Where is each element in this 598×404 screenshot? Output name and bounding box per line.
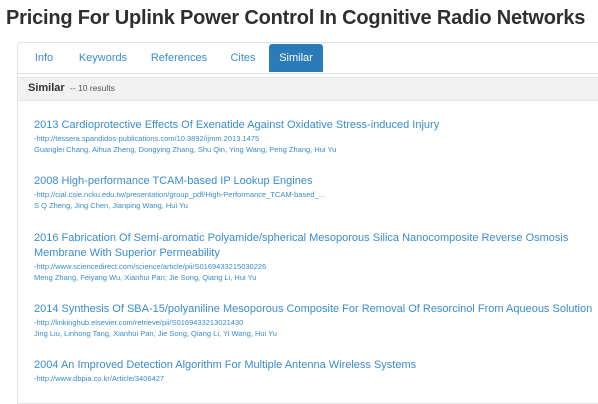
- result-item: 2016 Fabrication Of Semi-aromatic Polyam…: [34, 231, 574, 283]
- result-item: 2013 Cardioprotective Effects Of Exenati…: [34, 118, 598, 155]
- result-url[interactable]: -http://linkinghub.elsevier.com/retrieve…: [34, 317, 598, 328]
- result-count: -- 10 results: [70, 83, 115, 93]
- result-title[interactable]: Synthesis Of SBA-15/polyaniline Mesoporo…: [62, 303, 593, 315]
- result-authors: S Q Zheng, Jing Chen, Jianping Wang, Hui…: [34, 201, 188, 210]
- tab-cites[interactable]: Cites: [221, 44, 265, 72]
- result-title[interactable]: High-performance TCAM-based IP Lookup En…: [62, 175, 313, 187]
- tab-bar: Info Keywords References Cites Similar: [18, 43, 598, 74]
- result-title-line[interactable]: 2008 High-performance TCAM-based IP Look…: [34, 174, 598, 189]
- result-url[interactable]: -http://www.sciencedirect.com/science/ar…: [34, 261, 574, 272]
- result-item: 2008 High-performance TCAM-based IP Look…: [34, 174, 598, 211]
- section-header: Similar -- 10 results: [18, 77, 598, 101]
- tab-references[interactable]: References: [143, 44, 215, 72]
- result-title-line[interactable]: 2013 Cardioprotective Effects Of Exenati…: [34, 118, 598, 133]
- result-url[interactable]: -http://www.dbpia.co.kr/Article/3406427: [34, 373, 598, 384]
- result-year: 2014: [34, 303, 59, 315]
- result-year: 2013: [34, 119, 59, 131]
- result-title-line[interactable]: 2014 Synthesis Of SBA-15/polyaniline Mes…: [34, 302, 598, 317]
- result-title-line[interactable]: 2004 An Improved Detection Algorithm For…: [34, 358, 598, 373]
- result-title[interactable]: Fabrication Of Semi-aromatic Polyamide/s…: [34, 232, 568, 259]
- result-title-line[interactable]: 2016 Fabrication Of Semi-aromatic Polyam…: [34, 231, 574, 261]
- result-item: 2014 Synthesis Of SBA-15/polyaniline Mes…: [34, 302, 598, 339]
- result-title[interactable]: Cardioprotective Effects Of Exenatide Ag…: [62, 119, 440, 131]
- result-item: 2004 An Improved Detection Algorithm For…: [34, 358, 598, 384]
- section-label: Similar: [28, 82, 65, 94]
- result-authors: Meng Zhang, Feiyang Wu, Xianhui Pan; Jie…: [34, 273, 257, 282]
- result-url[interactable]: -http://cial.csie.ncku.edu.tw/presentati…: [34, 189, 598, 200]
- result-title[interactable]: An Improved Detection Algorithm For Mult…: [61, 359, 416, 371]
- result-authors: Jing Liu, Linhong Tang, Xianhui Pan, Jie…: [34, 329, 277, 338]
- result-year: 2016: [34, 232, 59, 244]
- page-title: Pricing For Uplink Power Control In Cogn…: [6, 7, 586, 29]
- tab-info[interactable]: Info: [26, 44, 62, 72]
- result-authors: Guanglei Chang, Aihua Zheng, Dongying Zh…: [34, 145, 337, 154]
- result-year: 2004: [34, 359, 59, 371]
- tab-keywords[interactable]: Keywords: [68, 44, 138, 72]
- result-year: 2008: [34, 175, 59, 187]
- content-panel: Info Keywords References Cites Similar S…: [17, 42, 598, 404]
- result-url[interactable]: -http://tessera.spandidos-publications.c…: [34, 133, 598, 144]
- tab-similar[interactable]: Similar: [269, 44, 323, 72]
